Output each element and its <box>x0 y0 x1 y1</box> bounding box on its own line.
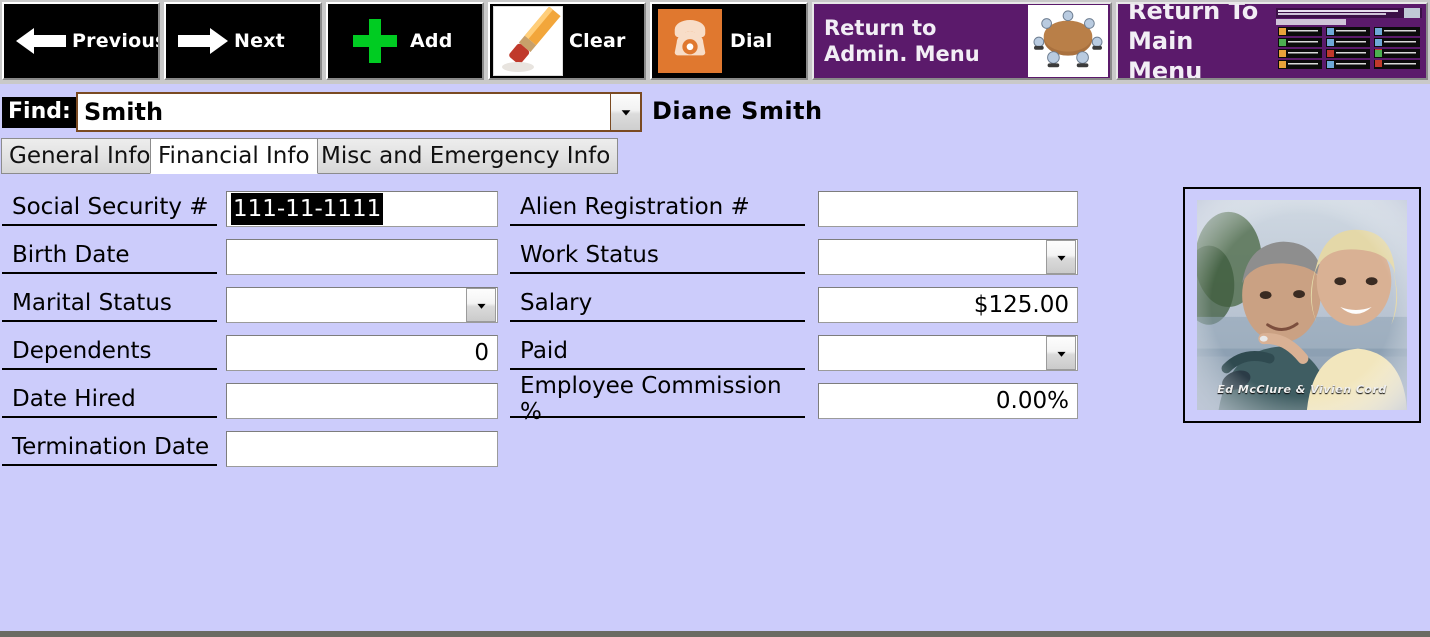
alien-registration-input[interactable] <box>818 191 1078 227</box>
meeting-table-icon <box>1028 5 1108 77</box>
previous-button-label: Previous <box>72 30 160 52</box>
next-button-label: Next <box>234 30 285 52</box>
main-menu-thumbnail-icon <box>1274 6 1424 76</box>
salary-value: $125.00 <box>973 292 1069 318</box>
field-row-alien-registration: Alien Registration # <box>0 190 1090 228</box>
chevron-down-icon[interactable] <box>610 94 640 130</box>
return-to-main-menu-label: Return To Main Menu <box>1128 2 1259 80</box>
pencil-eraser-icon <box>493 6 563 76</box>
find-input[interactable]: Smith <box>78 94 610 130</box>
employee-photo: Ed McClure & Vivien Cord <box>1197 200 1407 410</box>
tab-general-info-label: General Info <box>9 143 151 169</box>
return-to-admin-menu-button[interactable]: Return to Admin. Menu <box>812 2 1112 80</box>
tab-general-info[interactable]: General Info <box>1 138 159 174</box>
employee-commission-value: 0.00% <box>995 388 1069 414</box>
field-row-termination-date: Termination Date <box>2 430 502 468</box>
field-row-employee-commission: Employee Commission % 0.00% <box>0 373 1090 425</box>
return-to-admin-menu-label: Return to Admin. Menu <box>824 16 980 66</box>
dial-button[interactable]: Dial <box>650 2 808 80</box>
field-row-salary: Salary $125.00 <box>0 286 1090 324</box>
window-bottom-border <box>0 631 1430 634</box>
tab-financial-info-label: Financial Info <box>158 143 310 169</box>
work-status-label: Work Status <box>510 238 805 274</box>
termination-date-label: Termination Date <box>2 430 217 466</box>
termination-date-input[interactable] <box>226 431 498 467</box>
tab-misc-and-emergency-info[interactable]: Misc and Emergency Info <box>313 138 619 174</box>
current-record-name: Diane Smith <box>652 97 823 125</box>
employee-financial-info-window: Previous Next Add Clear Dial Return to A… <box>0 0 1430 637</box>
green-plus-icon <box>353 19 397 63</box>
clear-button-label: Clear <box>569 30 626 52</box>
employee-photo-caption: Ed McClure & Vivien Cord <box>1217 383 1387 396</box>
toolbar: Previous Next Add Clear Dial Return to A… <box>0 0 1430 84</box>
alien-registration-label: Alien Registration # <box>510 190 805 226</box>
add-button[interactable]: Add <box>326 2 484 80</box>
arrow-left-icon <box>16 28 66 54</box>
field-row-work-status: Work Status <box>0 238 1090 276</box>
previous-button[interactable]: Previous <box>2 2 160 80</box>
employee-photo-frame: Ed McClure & Vivien Cord <box>1183 187 1421 423</box>
field-row-paid: Paid <box>0 334 1090 372</box>
employee-commission-input[interactable]: 0.00% <box>818 383 1078 419</box>
arrow-right-icon <box>178 28 228 54</box>
chevron-down-icon[interactable] <box>1046 240 1076 274</box>
clear-button[interactable]: Clear <box>488 2 646 80</box>
employee-commission-label: Employee Commission % <box>510 373 805 425</box>
find-label: Find: <box>2 97 77 128</box>
paid-combobox[interactable] <box>818 335 1078 371</box>
chevron-down-icon[interactable] <box>1046 336 1076 370</box>
add-button-label: Add <box>410 30 453 52</box>
tab-financial-info[interactable]: Financial Info <box>150 138 318 174</box>
tab-misc-and-emergency-info-label: Misc and Emergency Info <box>321 143 611 169</box>
tab-bar: General Info Financial Info Misc and Eme… <box>0 138 1430 174</box>
find-combobox[interactable]: Smith <box>76 92 642 132</box>
find-row: Find: Smith Diane Smith <box>0 92 1430 134</box>
salary-label: Salary <box>510 286 805 322</box>
dial-button-label: Dial <box>730 30 773 52</box>
salary-input[interactable]: $125.00 <box>818 287 1078 323</box>
paid-label: Paid <box>510 334 805 370</box>
work-status-combobox[interactable] <box>818 239 1078 275</box>
next-button[interactable]: Next <box>164 2 322 80</box>
return-to-main-menu-button[interactable]: Return To Main Menu <box>1116 2 1428 80</box>
telephone-icon <box>658 9 722 73</box>
